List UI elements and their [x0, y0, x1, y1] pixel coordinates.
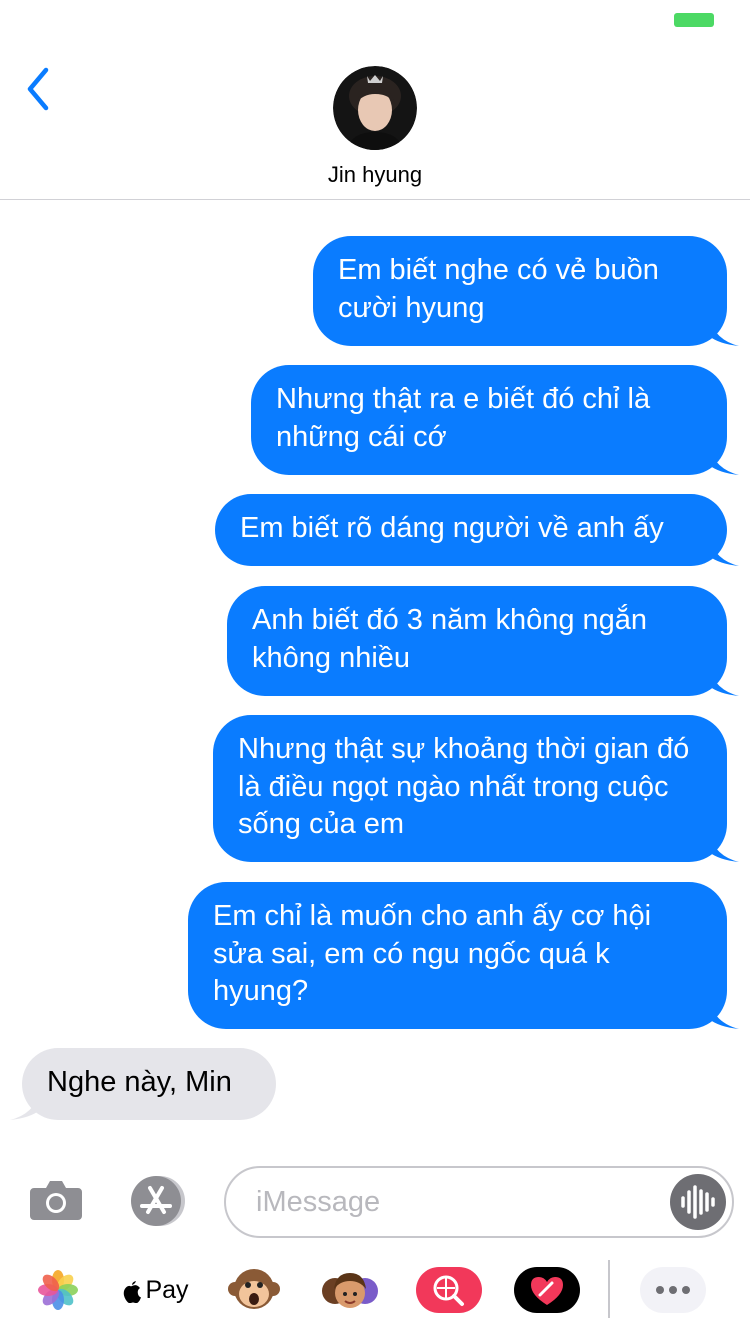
message-text: Em chỉ là muốn cho anh ấy cơ hội sửa sai… [213, 900, 652, 1007]
outgoing-message-bubble[interactable]: Nhưng thật ra e biết đó chỉ là những cái… [251, 365, 739, 475]
camera-button[interactable] [30, 1176, 82, 1222]
message-text: Nhưng thật sự khoảng thời gian đó là điề… [238, 733, 690, 840]
monkey-animoji-icon [228, 1269, 280, 1309]
outgoing-message-bubble[interactable]: Em chỉ là muốn cho anh ấy cơ hội sửa sai… [188, 882, 739, 1029]
app-store-button[interactable] [126, 1176, 190, 1226]
contact-avatar[interactable] [333, 66, 417, 150]
status-bar [0, 0, 750, 40]
message-text: Nhưng thật ra e biết đó chỉ là những cái… [276, 383, 651, 453]
apple-logo-icon [124, 1281, 142, 1303]
more-icon [640, 1267, 706, 1313]
digital-touch-app-button[interactable] [514, 1262, 580, 1318]
message-text: Em biết rõ dáng người về anh ấy [240, 512, 664, 544]
incoming-message-bubble[interactable]: Nghe này, Min [10, 1048, 276, 1120]
web-search-icon [416, 1267, 482, 1313]
memoji-icon [322, 1273, 378, 1308]
more-apps-button[interactable] [640, 1262, 706, 1318]
outgoing-message-bubble[interactable]: Em biết nghe có vẻ buồn cười hyung [313, 236, 739, 346]
digital-touch-heart-icon [514, 1267, 580, 1313]
outgoing-message-bubble[interactable]: Anh biết đó 3 năm không ngắn không nhiều [227, 586, 739, 696]
message-text: Em biết nghe có vẻ buồn cười hyung [338, 254, 659, 324]
apple-pay-label: Pay [145, 1275, 189, 1304]
app-drawer: Pay [0, 1256, 750, 1334]
audio-message-button[interactable] [670, 1174, 726, 1230]
web-search-app-button[interactable] [416, 1262, 482, 1318]
message-input-container [224, 1166, 734, 1238]
back-button[interactable] [22, 66, 62, 112]
message-text: Nghe này, Min [47, 1066, 232, 1098]
message-text: Anh biết đó 3 năm không ngắn không nhiều [252, 604, 648, 674]
outgoing-message-bubble[interactable]: Nhưng thật sự khoảng thời gian đó là điề… [213, 715, 739, 862]
composer-bar [0, 1150, 750, 1250]
battery-icon [674, 13, 714, 27]
app-drawer-divider [608, 1260, 610, 1318]
message-input[interactable] [256, 1178, 656, 1226]
photos-icon [38, 1270, 78, 1310]
contact-name[interactable]: Jin hyung [0, 162, 750, 188]
camera-icon [30, 1181, 82, 1220]
outgoing-message-bubble[interactable]: Em biết rõ dáng người về anh ấy [215, 494, 739, 566]
audio-waveform-icon [681, 1185, 715, 1219]
back-chevron-icon [27, 67, 49, 111]
photos-app-button[interactable] [36, 1262, 80, 1318]
apple-pay-button[interactable]: Pay [120, 1262, 190, 1318]
animoji-app-button[interactable] [226, 1262, 282, 1318]
conversation-header: Jin hyung [0, 40, 750, 200]
memoji-app-button[interactable] [318, 1262, 382, 1318]
app-store-icon [131, 1176, 185, 1226]
message-thread: Em biết nghe có vẻ buồn cười hyung Nhưng… [0, 200, 750, 1150]
